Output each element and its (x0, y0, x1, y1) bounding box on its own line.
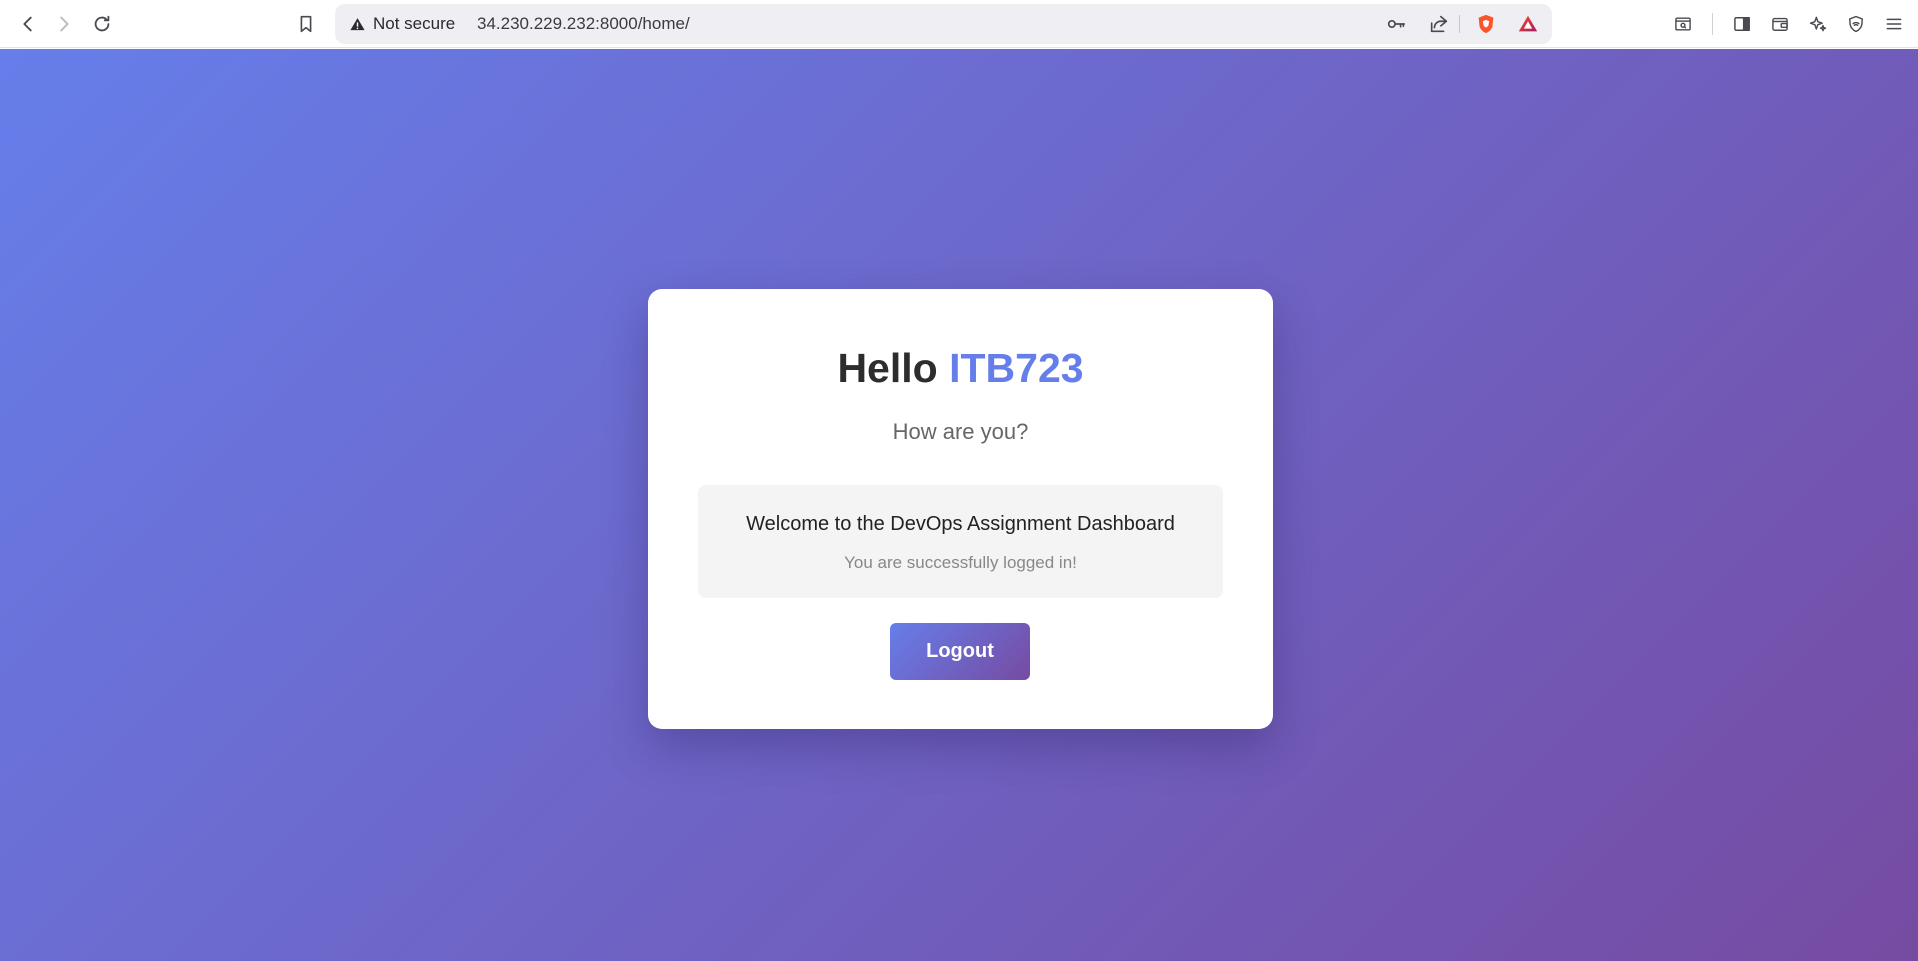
back-button[interactable] (12, 8, 44, 40)
reload-icon (94, 15, 110, 32)
not-secure-label: Not secure (373, 14, 456, 33)
bookmark-button[interactable] (290, 8, 322, 40)
share-button[interactable] (1425, 10, 1453, 38)
tab-search-button[interactable] (1667, 8, 1699, 40)
password-key-button[interactable] (1382, 10, 1410, 38)
main-menu-button[interactable] (1878, 8, 1910, 40)
greeting-heading: Hello ITB723 (648, 345, 1273, 392)
bookmark-icon (300, 15, 312, 33)
logout-button[interactable]: Logout (890, 623, 1030, 680)
login-status-text: You are successfully logged in! (844, 553, 1077, 572)
tab-search-icon (1675, 17, 1691, 31)
reload-button[interactable] (86, 8, 118, 40)
brave-shield-icon (1478, 14, 1494, 34)
brave-rewards-button[interactable] (1514, 10, 1542, 38)
leo-ai-icon (1809, 16, 1827, 32)
key-icon (1387, 19, 1406, 29)
sidebar-toggle-button[interactable] (1726, 8, 1758, 40)
address-bar-divider (1459, 15, 1460, 33)
dashboard-welcome-text: Welcome to the DevOps Assignment Dashboa… (746, 513, 1175, 535)
toolbar-divider (1712, 13, 1713, 35)
brave-shields-button[interactable] (1472, 10, 1500, 38)
share-icon (1430, 15, 1448, 33)
wallet-icon (1772, 17, 1788, 31)
browser-toolbar: Not secure 34.230.229.232:8000/home/ (0, 0, 1918, 48)
greeting-subtitle: How are you? (892, 419, 1029, 444)
forward-button[interactable] (48, 8, 80, 40)
brave-rewards-icon (1518, 15, 1538, 32)
url-text[interactable]: 34.230.229.232:8000/home/ (477, 14, 690, 34)
vpn-button[interactable] (1840, 8, 1872, 40)
forward-arrow-icon (60, 16, 69, 32)
username: ITB723 (949, 345, 1084, 391)
vpn-shield-icon (1849, 15, 1863, 33)
address-bar[interactable]: Not secure 34.230.229.232:8000/home/ (335, 4, 1552, 44)
wallet-button[interactable] (1764, 8, 1796, 40)
welcome-card: Hello ITB723 How are you? Welcome to the… (648, 289, 1273, 729)
menu-icon (1886, 18, 1902, 30)
site-security-indicator[interactable]: Not secure (345, 10, 459, 38)
leo-ai-button[interactable] (1802, 8, 1834, 40)
back-arrow-icon (23, 16, 32, 32)
page-viewport: Hello ITB723 How are you? Welcome to the… (0, 49, 1918, 961)
greeting-prefix: Hello (837, 345, 938, 391)
status-panel: Welcome to the DevOps Assignment Dashboa… (698, 485, 1223, 598)
warning-icon (350, 17, 365, 30)
sidebar-icon (1734, 17, 1750, 31)
